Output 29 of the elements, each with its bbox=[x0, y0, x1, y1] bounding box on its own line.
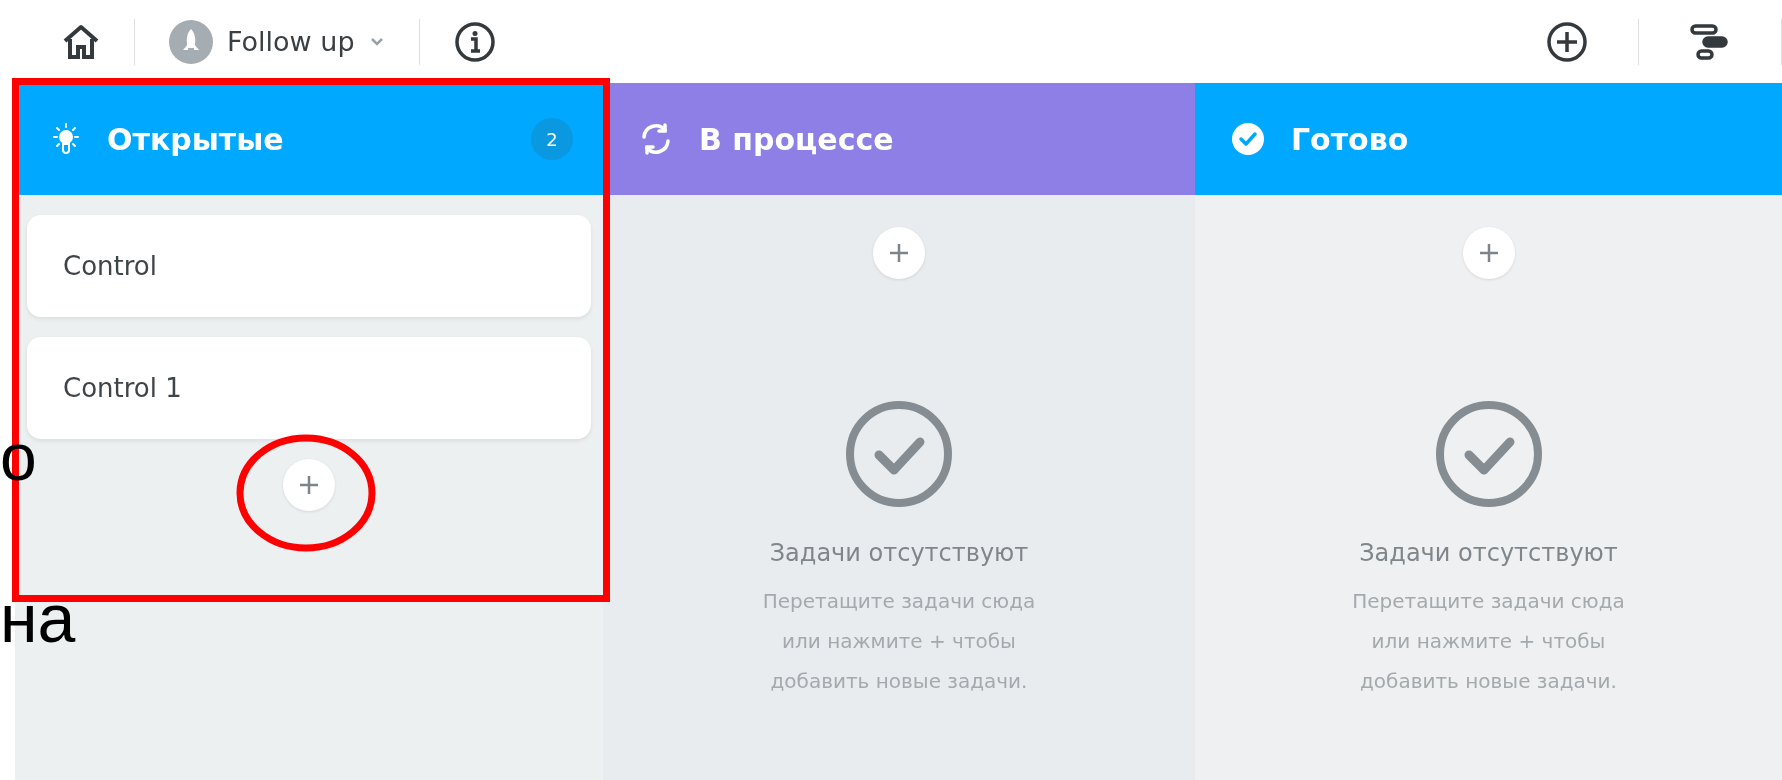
count-badge: 2 bbox=[531, 118, 573, 160]
project-name[interactable]: Follow up bbox=[227, 26, 355, 57]
check-circle-icon bbox=[844, 399, 954, 509]
plus-icon bbox=[298, 474, 320, 496]
column-title: Открытые bbox=[107, 121, 285, 157]
sync-icon bbox=[639, 122, 673, 156]
column-title: Готово bbox=[1291, 121, 1410, 157]
chevron-down-icon[interactable] bbox=[368, 36, 385, 47]
plus-icon bbox=[888, 242, 910, 264]
lightbulb-icon bbox=[51, 122, 81, 156]
check-circle-icon bbox=[1433, 399, 1544, 509]
empty-state-title: Задачи отсутствуют bbox=[1359, 539, 1618, 567]
task-card[interactable]: Control 1 bbox=[27, 337, 591, 439]
empty-state-text: Перетащите задачи сюда или нажмите + чтобы добавить новые задачи. bbox=[762, 588, 1036, 695]
add-task-button[interactable] bbox=[283, 459, 335, 511]
add-task-button[interactable] bbox=[1462, 227, 1515, 279]
empty-state-text: Перетащите задачи сюда или нажмите + чтобы добавить новые задачи. bbox=[1352, 588, 1625, 695]
task-card[interactable]: Control bbox=[27, 215, 591, 317]
info-icon[interactable] bbox=[453, 20, 496, 63]
rocket-avatar-icon bbox=[169, 19, 213, 64]
column-title: В процессе bbox=[699, 121, 895, 157]
empty-state-title: Задачи отсутствуют bbox=[769, 539, 1029, 567]
text-fragment: на bbox=[0, 584, 76, 652]
home-icon[interactable] bbox=[62, 23, 100, 60]
check-circle-icon bbox=[1231, 122, 1265, 156]
add-task-button[interactable] bbox=[873, 227, 925, 279]
add-circle-icon[interactable] bbox=[1546, 20, 1588, 63]
timeline-icon[interactable] bbox=[1689, 22, 1731, 61]
plus-icon bbox=[1477, 242, 1500, 264]
